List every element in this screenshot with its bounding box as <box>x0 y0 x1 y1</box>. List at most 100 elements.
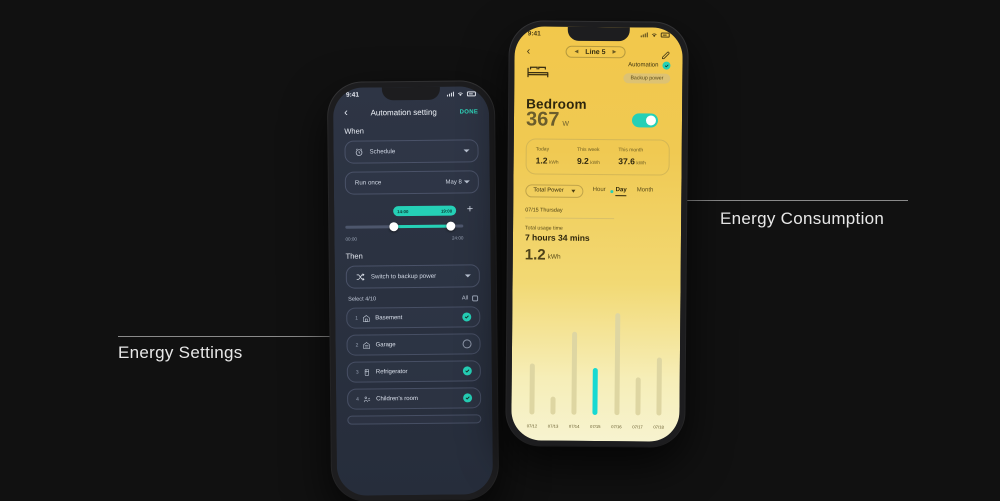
cellular-icon <box>446 91 454 97</box>
scene: Energy Settings Energy Consumption 9:41 <box>0 0 1000 501</box>
run-once-dropdown[interactable]: Run once May 8 <box>344 170 479 195</box>
stat-label: This week <box>577 146 600 154</box>
when-label: When <box>344 126 364 136</box>
chart-bar-column[interactable] <box>629 309 647 416</box>
usage-label: Total usage time <box>525 224 563 232</box>
energy-consumption-screen: 9:41 ‹ ◀ Line 5 ▶ Automation Backup powe… <box>511 26 683 442</box>
chart-x-label: 07/15 <box>590 423 601 430</box>
slider-knob-start[interactable] <box>389 221 399 231</box>
row-index: 1 <box>355 315 359 322</box>
chart-bar-column[interactable] <box>566 309 584 415</box>
chart-bar[interactable] <box>550 396 556 415</box>
settings-body: When Schedule Run once May 8 14:00 19:00… <box>333 120 493 496</box>
list-item-partial[interactable] <box>347 414 482 425</box>
stat-label: This month <box>618 147 644 154</box>
tab-month[interactable]: Month <box>637 187 654 195</box>
tab-hour[interactable]: Hour <box>593 187 606 195</box>
chevron-down-icon <box>463 149 470 153</box>
time-range-pill: 14:00 19:00 <box>393 205 457 217</box>
power-toggle[interactable] <box>631 113 659 128</box>
backup-power-badge[interactable]: Backup power <box>623 73 671 84</box>
range-tabs: Hour Day Month <box>593 186 654 196</box>
chart-bar-column[interactable] <box>545 309 563 415</box>
time-start: 14:00 <box>397 208 409 214</box>
slider-axis: 00:00 24:00 <box>345 235 463 241</box>
notch <box>381 86 440 101</box>
stat-unit: kWh <box>636 160 646 166</box>
tab-day[interactable]: Day <box>615 186 627 196</box>
chart-x-label: 07/13 <box>547 423 559 429</box>
action-dropdown[interactable]: Switch to backup power <box>345 264 480 289</box>
edit-pencil-icon[interactable] <box>661 48 671 60</box>
chevron-down-icon <box>464 274 471 278</box>
list-item[interactable]: 4 Children's room <box>347 387 482 410</box>
device-checkbox[interactable] <box>463 393 473 403</box>
select-all-label: All <box>461 295 469 302</box>
chart-bar[interactable] <box>571 332 578 415</box>
chart-controls: Total Power Hour Day Month <box>525 183 669 198</box>
device-checkbox[interactable] <box>462 366 472 376</box>
chart-x-label: 07/14 <box>568 423 580 429</box>
slider-fill <box>393 224 452 228</box>
page-title: Automation setting <box>370 107 437 118</box>
select-all-checkbox[interactable] <box>472 295 479 302</box>
next-line-button[interactable]: ▶ <box>613 49 617 55</box>
chart-bar-column[interactable] <box>650 309 668 416</box>
chart-bar[interactable] <box>529 363 535 415</box>
toggle-knob <box>645 115 657 126</box>
automation-badge[interactable]: Automation <box>628 61 671 70</box>
done-button[interactable]: DONE <box>460 109 479 115</box>
alarm-clock-icon <box>354 148 363 157</box>
selected-day: 07/15 Thursday <box>525 206 615 219</box>
callout-line-energy-settings <box>118 336 348 337</box>
bed-icon <box>526 62 549 84</box>
garage-icon <box>363 341 371 349</box>
chart-bar-column[interactable] <box>587 309 605 416</box>
device-checkbox[interactable] <box>462 339 472 349</box>
chart-bar-column[interactable] <box>608 309 626 416</box>
row-index: 3 <box>355 369 359 376</box>
energy-bar-chart <box>523 308 668 416</box>
childrens-room-icon <box>363 395 371 403</box>
nav-bar: ‹ ◀ Line 5 ▶ <box>515 45 683 60</box>
axis-start: 00:00 <box>345 236 357 242</box>
kwh-unit: kWh <box>547 253 561 261</box>
phone-energy-consumption: 9:41 ‹ ◀ Line 5 ▶ Automation Backup powe… <box>506 21 688 447</box>
slider-knob-end[interactable] <box>446 221 456 231</box>
select-all-control[interactable]: All <box>461 295 479 302</box>
chart-bar-selected[interactable] <box>592 368 599 416</box>
chart-bar-column[interactable] <box>523 308 541 415</box>
schedule-dropdown[interactable]: Schedule <box>344 139 479 164</box>
total-power-dropdown[interactable]: Total Power <box>525 183 584 198</box>
stat-unit: kWh <box>548 160 559 166</box>
prev-line-button[interactable]: ◀ <box>574 49 578 55</box>
chart-bar[interactable] <box>613 313 620 416</box>
device-name: Garage <box>375 341 396 348</box>
device-checkbox[interactable] <box>462 312 472 322</box>
refrigerator-icon <box>363 368 371 376</box>
select-count: Select 4/10 <box>348 296 377 303</box>
time-range-slider[interactable]: 14:00 19:00 + 00:00 24:00 <box>345 203 479 246</box>
power-unit: W <box>562 120 569 128</box>
device-name: Children's room <box>376 395 418 402</box>
chevron-left-icon[interactable]: ‹ <box>527 45 531 57</box>
stat-unit: kWh <box>590 160 600 166</box>
time-end: 19:00 <box>440 208 453 214</box>
chart-bar[interactable] <box>656 357 662 416</box>
wifi-icon <box>457 92 463 97</box>
list-item[interactable]: 3 Refrigerator <box>346 360 481 383</box>
list-item[interactable]: 2 Garage <box>346 333 481 356</box>
shuffle-icon <box>356 273 365 282</box>
usage-value: 7 hours 34 mins <box>524 231 590 243</box>
phone-automation-settings: 9:41 ‹ Automation setting DONE When Sche… <box>327 81 499 501</box>
add-schedule-button[interactable]: + <box>467 203 474 215</box>
list-item[interactable]: 1 Basement <box>346 306 481 329</box>
line-selector[interactable]: ◀ Line 5 ▶ <box>565 45 626 59</box>
kwh-reading: 1.2 kWh <box>525 246 669 263</box>
basement-icon <box>362 314 370 322</box>
stat-value: 1.2kWh <box>535 154 559 166</box>
automation-settings-screen: 9:41 ‹ Automation setting DONE When Sche… <box>332 86 494 496</box>
battery-icon <box>466 91 476 97</box>
device-name: Refrigerator <box>375 368 408 375</box>
chart-bar[interactable] <box>635 377 641 416</box>
